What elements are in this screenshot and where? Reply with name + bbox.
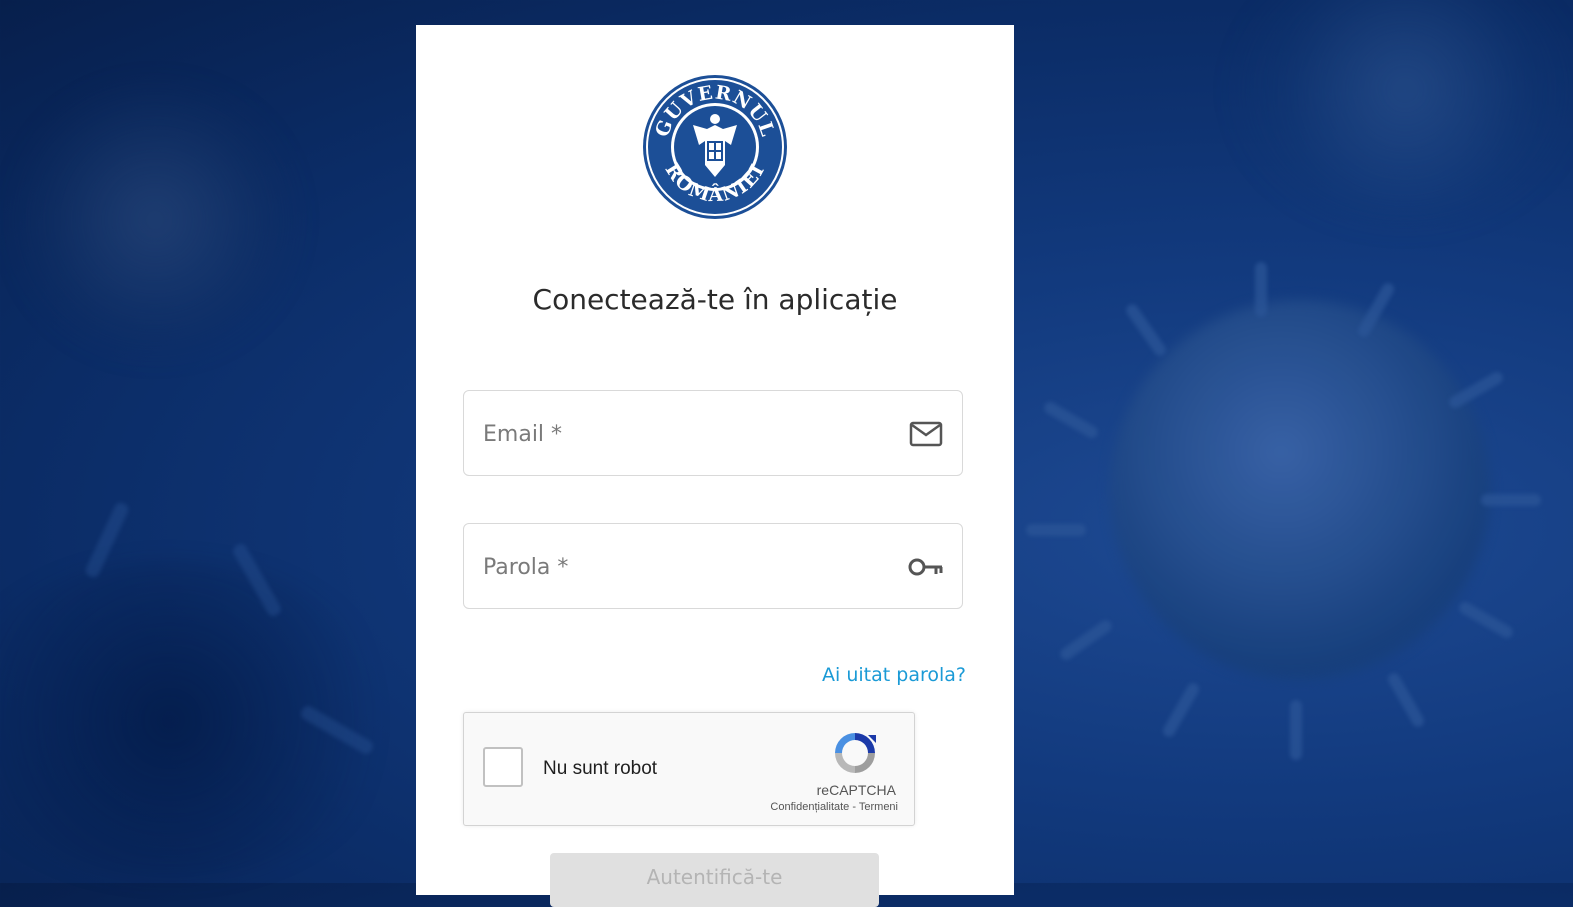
captcha-label: Nu sunt robot xyxy=(543,758,658,779)
terms-link[interactable]: Termeni xyxy=(859,801,898,813)
mail-icon xyxy=(909,421,943,447)
background-virus-blurred xyxy=(20,90,290,350)
link-separator: - xyxy=(849,801,859,813)
background-virus xyxy=(1110,300,1490,680)
login-card: GUVERNUL ROMÂNIEI Conectează-te în aplic… xyxy=(416,25,1014,907)
recaptcha-brand: reCAPTCHA xyxy=(816,782,896,798)
key-icon xyxy=(908,558,943,576)
forgot-password-link[interactable]: Ai uitat parola? xyxy=(822,664,966,686)
government-seal-icon: GUVERNUL ROMÂNIEI xyxy=(643,75,787,219)
password-input[interactable] xyxy=(481,546,885,588)
password-field[interactable] xyxy=(463,523,963,609)
email-input[interactable] xyxy=(481,413,885,455)
login-button[interactable]: Autentifică-te xyxy=(550,853,879,907)
email-field[interactable] xyxy=(463,390,963,476)
background-shadow xyxy=(0,560,400,880)
privacy-link[interactable]: Confidențialitate xyxy=(770,801,849,813)
captcha-checkbox[interactable] xyxy=(483,747,523,787)
page-title: Conectează-te în aplicație xyxy=(532,283,898,316)
recaptcha-links: Confidențialitate - Termeni xyxy=(770,801,898,813)
recaptcha-widget: Nu sunt robot reCAPTCHA Confidențialitat… xyxy=(463,712,915,826)
recaptcha-logo-icon xyxy=(835,733,876,773)
government-seal-logo: GUVERNUL ROMÂNIEI xyxy=(641,73,789,221)
background-virus-blurred xyxy=(1240,0,1570,220)
